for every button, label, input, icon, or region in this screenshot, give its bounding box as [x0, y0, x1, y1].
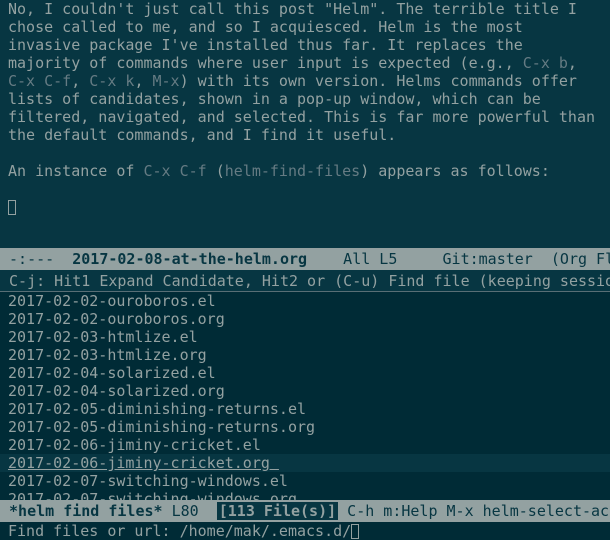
paragraph-text: , [71, 72, 90, 90]
helm-candidate[interactable]: 2017-02-02-ouroboros.org [0, 310, 610, 328]
helm-candidate-selected[interactable]: 2017-02-06-jiminy-cricket.org [0, 454, 610, 472]
paragraph-text: majority of commands where user input is… [8, 54, 523, 72]
helm-candidate[interactable]: 2017-02-04-solarized.org [0, 382, 610, 400]
paragraph-text: , [567, 54, 577, 72]
helm-header-line: C-j: Hit1 Expand Candidate, Hit2 or (C-u… [0, 270, 610, 292]
paragraph-text: ( [206, 162, 225, 180]
helm-candidate[interactable]: 2017-02-03-htmlize.org [0, 346, 610, 364]
minibuffer-prompt: Find files or url: [8, 522, 180, 540]
paragraph-text: lists of candidates, shown in a pop-up w… [8, 90, 541, 108]
minibuffer-input[interactable]: /home/mak/.emacs.d/ [180, 522, 352, 540]
blog-paragraph: No, I couldn't just call this post "Helm… [0, 0, 610, 144]
paragraph-text: No, I couldn't just call this post "Helm… [8, 0, 577, 18]
helm-line-number: L80 [162, 502, 217, 520]
paragraph-line: filtered, navigated, and selected. This … [0, 108, 610, 126]
modeline-position: All L5 [307, 250, 443, 268]
modeline-status: -:--- [0, 250, 73, 268]
paragraph-text: , [134, 72, 153, 90]
key-sequence: C-x C-f [143, 162, 207, 180]
helm-candidate[interactable]: 2017-02-03-htmlize.el [0, 328, 610, 346]
paragraph-text: ) with its own version. Helms commands o… [179, 72, 577, 90]
helm-candidates-list[interactable]: 2017-02-02-ouroboros.el 2017-02-02-ourobo… [0, 292, 610, 500]
org-buffer-window[interactable]: No, I couldn't just call this post "Helm… [0, 0, 610, 248]
minibuffer[interactable]: Find files or url: /home/mak/.emacs.d/ [0, 522, 610, 540]
key-sequence: C-x k [89, 72, 135, 90]
helm-candidate[interactable]: 2017-02-02-ouroboros.el [0, 292, 610, 310]
helm-candidate[interactable]: 2017-02-04-solarized.el [0, 364, 610, 382]
helm-candidate[interactable]: 2017-02-07-switching-windows.org [0, 490, 610, 500]
point-line [0, 198, 610, 216]
minibuffer-line[interactable]: Find files or url: /home/mak/.emacs.d/ [0, 522, 610, 540]
paragraph-line: No, I couldn't just call this post "Helm… [0, 0, 610, 18]
key-sequence: C-x C-f [8, 72, 72, 90]
helm-help-hint: C-h m:Help M-x helm-select-ac [338, 502, 610, 520]
paragraph-line: chose called to me, and so I acquiesced.… [0, 18, 610, 36]
helm-file-count: [113 File(s)] [216, 502, 339, 520]
paragraph-text: ) appears as follows: [360, 162, 550, 180]
paragraph-line: majority of commands where user input is… [0, 54, 610, 72]
buffer-cursor [8, 200, 16, 215]
modeline-vc-branch[interactable]: Git:master [443, 248, 533, 270]
paragraph-text: An instance of [8, 162, 144, 180]
helm-candidate[interactable]: 2017-02-07-switching-windows.el [0, 472, 610, 490]
paragraph-text: filtered, navigated, and selected. This … [8, 108, 595, 126]
helm-mode-line: *helm find files* L80 [113 File(s)] C-h … [0, 500, 610, 522]
paragraph-text: invasive package I've installed thus far… [8, 36, 523, 54]
helm-candidate[interactable]: 2017-02-05-diminishing-returns.org [0, 418, 610, 436]
paragraph-line: invasive package I've installed thus far… [0, 36, 610, 54]
helm-candidate[interactable]: 2017-02-05-diminishing-returns.el [0, 400, 610, 418]
modeline-modes[interactable]: (Org Fly [533, 248, 610, 270]
minibuffer-cursor [351, 524, 360, 539]
paragraph-line: lists of candidates, shown in a pop-up w… [0, 90, 610, 108]
paragraph-text: the default commands, and I find it usef… [8, 126, 397, 144]
paragraph-line: C-x C-f, C-x k, M-x) with its own versio… [0, 72, 610, 90]
paragraph-line: the default commands, and I find it usef… [0, 126, 610, 144]
paragraph-text: chose called to me, and so I acquiesced.… [8, 18, 523, 36]
modeline-filename[interactable]: 2017-02-08-at-the-helm.org [72, 248, 307, 270]
buffer-mode-line[interactable]: -:--- 2017-02-08-at-the-helm.org All L5 … [0, 248, 610, 270]
key-sequence: helm-find-files [224, 162, 361, 180]
helm-buffer-name: *helm find files* [0, 502, 163, 520]
instance-sentence: An instance of C-x C-f (helm-find-files)… [0, 162, 610, 180]
key-sequence: C-x b [522, 54, 568, 72]
helm-candidate[interactable]: 2017-02-06-jiminy-cricket.el [0, 436, 610, 454]
key-sequence: M-x [152, 72, 180, 90]
